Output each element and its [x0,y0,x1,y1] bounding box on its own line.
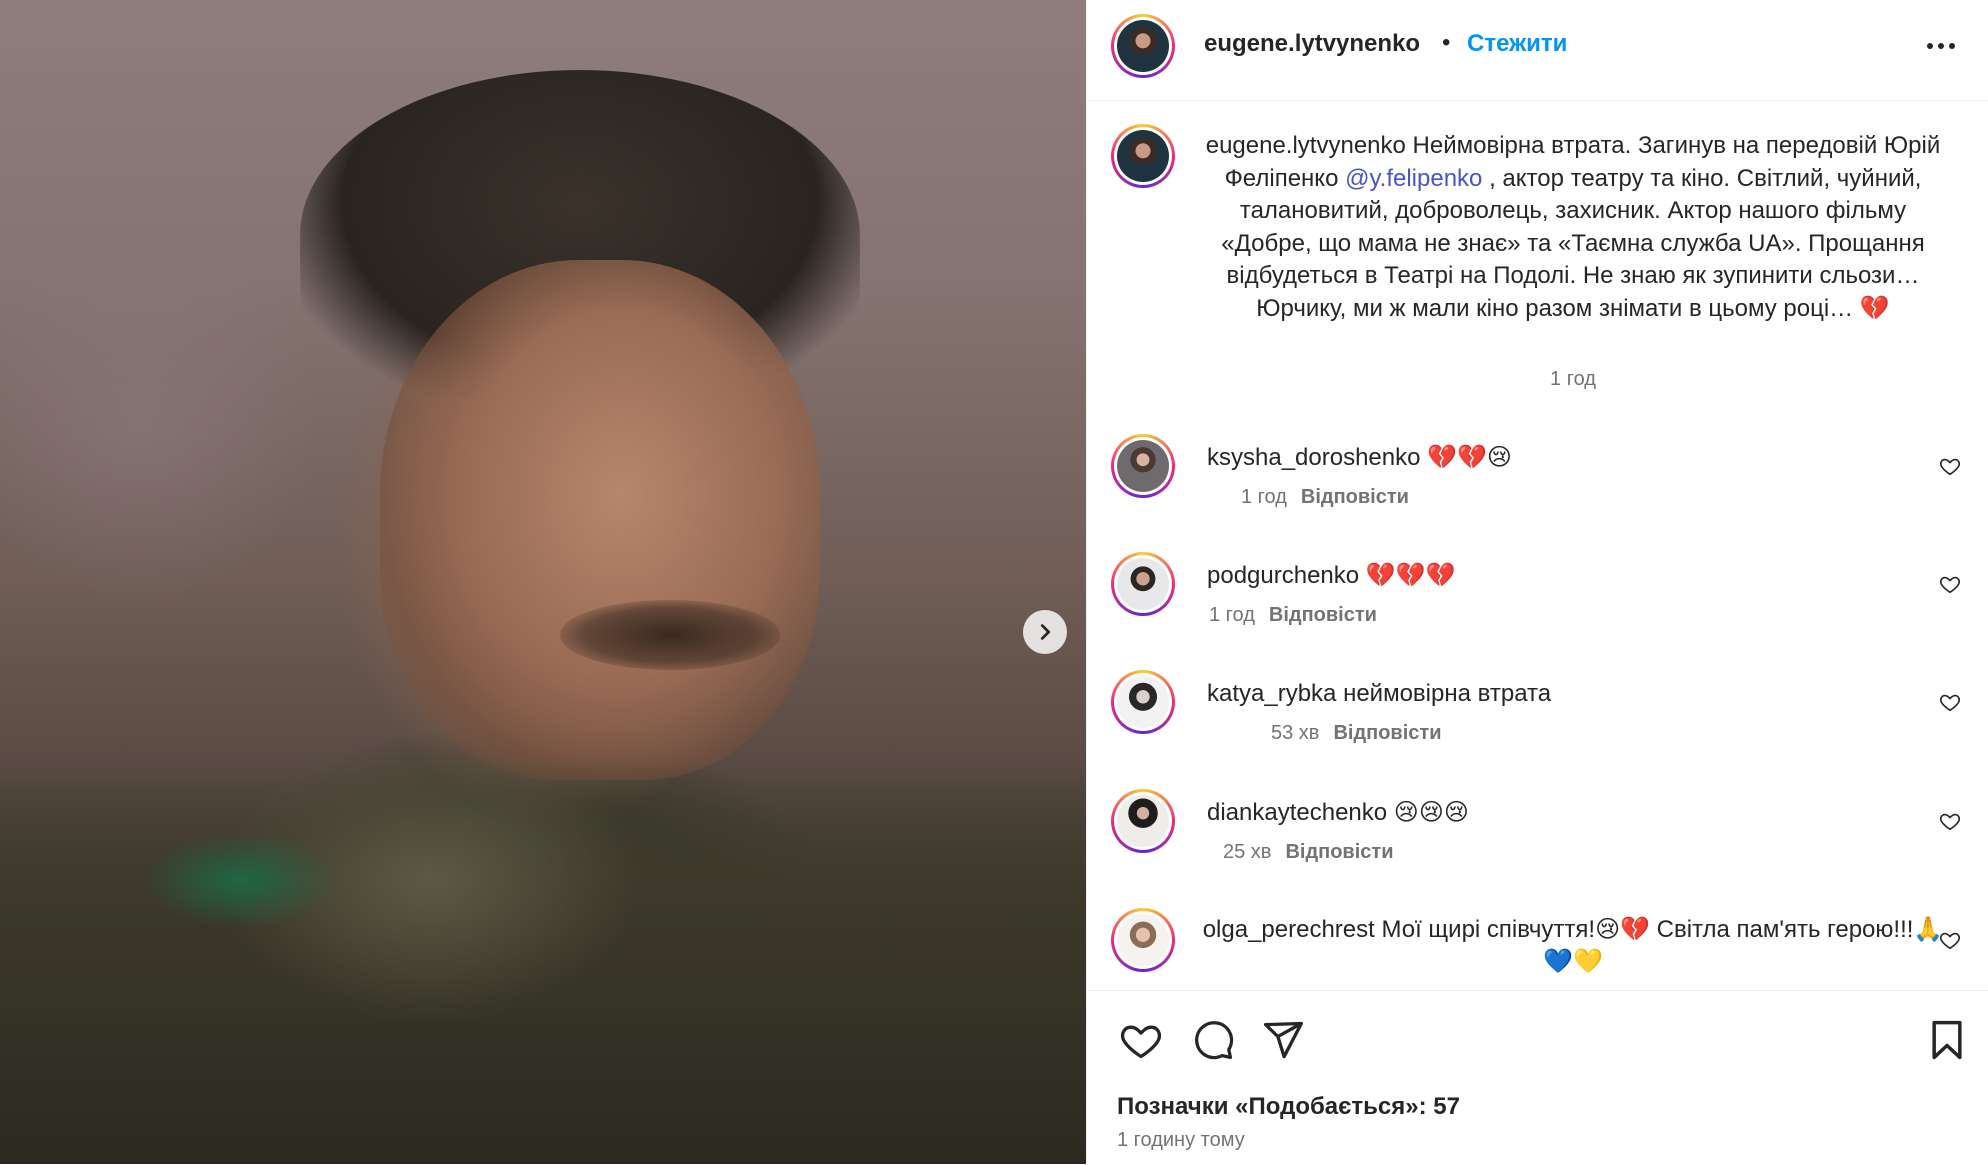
save-button[interactable] [1923,1017,1971,1065]
comment-bubble-icon [1195,1020,1234,1059]
comment-like-button[interactable] [1937,928,1963,954]
comment-meta: 1 год Відповісти [1241,486,1409,509]
more-options-button[interactable] [1923,28,1959,64]
comment-button[interactable] [1189,1017,1237,1065]
comment-avatar[interactable] [1111,552,1175,616]
comment-like-button[interactable] [1937,454,1963,480]
post-photo [0,0,1086,1164]
caption-mention-link[interactable]: @y.felipenko [1345,165,1482,192]
comment-username[interactable]: olga_perechrest [1203,916,1375,943]
comment-item: ksysha_doroshenko 💔💔😢 1 год Відповісти [1087,434,1988,534]
photo-mustache-shape [560,600,780,670]
comment-avatar[interactable] [1111,670,1175,734]
comment-text: olga_perechrest Мої щирі співчуття!😢💔 Св… [1197,914,1949,978]
comment-avatar[interactable] [1111,908,1175,972]
comment-text: katya_rybka неймовірна втрата [1207,678,1767,710]
next-image-button[interactable] [1023,610,1067,654]
comment-username[interactable]: podgurchenko [1207,562,1359,589]
post-side-panel: eugene.lytvynenko • Стежити eugene.lytvy… [1086,0,1988,1165]
comment-avatar[interactable] [1111,789,1175,853]
comment-body: Мої щирі співчуття!😢💔 Світла пам'ять гер… [1374,916,1944,975]
comment-meta: 25 хв Відповісти [1223,841,1394,864]
comment-time: 1 год [1209,604,1255,626]
reply-button[interactable]: Відповісти [1301,486,1409,509]
comment-text: diankaytechenko 😢😢😢 [1207,797,1767,829]
comment-body: неймовірна втрата [1336,680,1552,707]
owner-username[interactable]: eugene.lytvynenko [1204,30,1420,58]
bookmark-icon [1932,1020,1962,1059]
heart-icon [1939,694,1961,711]
likes-count[interactable]: Позначки «Подобається»: 57 [1117,1093,1460,1121]
caption-text: eugene.lytvynenko Неймовірна втрата. Заг… [1197,130,1949,325]
comment-meta: 53 хв Відповісти [1271,722,1442,745]
comment-body: 💔💔💔 [1359,562,1456,589]
comment-body: 😢😢😢 [1387,799,1469,826]
post-timestamp: 1 годину тому [1117,1129,1245,1151]
caption-username[interactable]: eugene.lytvynenko [1206,132,1406,159]
heart-icon [1120,1025,1162,1058]
comment-username[interactable]: diankaytechenko [1207,799,1387,826]
comment-text: podgurchenko 💔💔💔 [1207,560,1767,592]
comment-username[interactable]: ksysha_doroshenko [1207,444,1420,471]
heart-icon [1939,576,1961,593]
like-button[interactable] [1117,1017,1165,1065]
heart-icon [1939,813,1961,830]
comment-like-button[interactable] [1937,809,1963,835]
more-horizontal-icon [1927,43,1955,49]
photo-face-shape [380,260,820,780]
comment-like-button[interactable] [1937,572,1963,598]
comment-like-button[interactable] [1937,690,1963,716]
comment-item: diankaytechenko 😢😢😢 25 хв Відповісти [1087,789,1988,889]
comment-item: podgurchenko 💔💔💔 1 год Відповісти [1087,552,1988,652]
comment-username[interactable]: katya_rybka [1207,680,1336,707]
caption-timestamp: 1 год [1550,368,1596,390]
follow-button[interactable]: Стежити [1467,30,1567,58]
share-button[interactable] [1259,1017,1307,1065]
owner-avatar[interactable] [1111,14,1175,78]
comment-time: 25 хв [1223,841,1272,863]
comment-text: ksysha_doroshenko 💔💔😢 [1207,442,1767,474]
heart-icon [1939,458,1961,475]
send-paper-plane-icon [1263,1021,1303,1058]
header-separator: • [1442,29,1451,56]
chevron-right-icon [1040,624,1051,640]
reply-button[interactable]: Відповісти [1269,604,1377,627]
reply-button[interactable]: Відповісти [1333,722,1441,745]
comment-meta: 1 год Відповісти [1209,604,1377,627]
caption-avatar[interactable] [1111,124,1175,188]
heart-icon [1939,932,1961,949]
comment-time: 1 год [1241,486,1287,508]
comment-item: katya_rybka неймовірна втрата 53 хв Відпо… [1087,670,1988,770]
post-header: eugene.lytvynenko • Стежити [1087,0,1988,101]
comment-body: 💔💔😢 [1420,444,1512,471]
post-actions-bar: Позначки «Подобається»: 57 1 годину тому [1087,990,1988,1165]
comment-time: 53 хв [1271,722,1320,744]
reply-button[interactable]: Відповісти [1285,841,1393,864]
photo-vest-shape [0,760,1086,1164]
comment-avatar[interactable] [1111,434,1175,498]
